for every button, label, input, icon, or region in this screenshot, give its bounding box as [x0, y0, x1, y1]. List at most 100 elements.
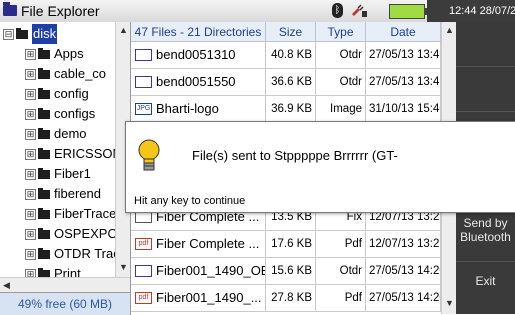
cell-size: 15.6 KB — [266, 258, 316, 284]
cell-date: 31/10/13 15:40 — [366, 96, 441, 122]
table-row[interactable]: pdf Fiber001_1490_... 27.8 KB Pdf 27/05/13 1… — [131, 285, 456, 312]
tree-item-label: ERICSSON — [54, 146, 122, 161]
tree-item-label: Fiber1 — [54, 166, 91, 181]
cell-size: 40.8 KB — [266, 42, 316, 68]
expand-icon[interactable]: ⊞ — [25, 249, 36, 260]
pdf-file-icon: pdf — [135, 292, 152, 304]
cell-name: Fiber001_1490_OE — [131, 258, 266, 284]
folder-icon — [3, 2, 17, 16]
dialog-hint: Hit any key to continue — [134, 195, 246, 207]
cell-type: Pdf — [316, 285, 366, 311]
app-title: File Explorer — [21, 3, 100, 19]
tree-item-label: config — [54, 86, 89, 101]
cell-size: 36.9 KB — [266, 96, 316, 122]
folder-icon — [38, 228, 50, 239]
scroll-down-icon[interactable]: ▼ — [445, 298, 454, 308]
notification-dialog[interactable]: File(s) sent to Stpppppe Brrrrrr (GT- Hi… — [125, 121, 515, 213]
cell-size: 36.6 KB — [266, 69, 316, 95]
free-space-status: 49% free (60 MB) — [0, 292, 131, 315]
otdr-trace-icon — [135, 265, 152, 277]
tree-item-label: disk — [32, 24, 58, 44]
table-row[interactable]: Fiber001_1490_OE 15.6 KB Otdr 27/05/13 14:2… — [131, 258, 456, 285]
scroll-left-icon[interactable]: ◀ — [3, 280, 10, 291]
column-header-type[interactable]: Type — [316, 22, 366, 42]
dialog-message: File(s) sent to Stpppppe Brrrrrr (GT- — [192, 148, 398, 163]
bluetooth-icon: ᛒ — [332, 3, 343, 18]
expand-icon[interactable]: ⊞ — [25, 209, 36, 220]
expand-icon[interactable]: ⊞ — [25, 129, 36, 140]
table-row[interactable]: bend0051310 40.8 KB Otdr 27/05/13 13:42 — [131, 42, 456, 69]
otdr-trace-icon — [135, 76, 152, 88]
directory-tree[interactable]: ⊟ disk ⊞ Apps ⊞ cable_co ⊞ config ⊞ configs ⊞ demo ⊞… — [0, 22, 131, 292]
usb-plug-icon — [352, 4, 367, 17]
cell-name: JPG Bharti-logo — [131, 96, 266, 122]
cell-type: Otdr — [316, 42, 366, 68]
lightbulb-icon — [138, 139, 160, 171]
cell-type: Pdf — [316, 231, 366, 257]
jpg-file-icon: JPG — [135, 103, 152, 115]
cell-date: 27/05/13 14:20 — [366, 258, 441, 284]
scroll-down-icon[interactable]: ▼ — [119, 262, 128, 272]
softkey-1[interactable] — [456, 22, 515, 67]
expand-icon[interactable]: ⊞ — [25, 69, 36, 80]
folder-icon — [38, 248, 50, 259]
cell-date: 12/07/13 13:27 — [366, 231, 441, 257]
cell-date: 27/05/13 13:42 — [366, 42, 441, 68]
scroll-up-icon[interactable]: ▲ — [445, 25, 454, 35]
scroll-up-icon[interactable]: ▲ — [119, 25, 128, 35]
tree-item-label: configs — [54, 106, 96, 121]
column-header-name[interactable]: 47 Files - 21 Directories — [131, 22, 266, 42]
exit-button[interactable]: Exit — [456, 262, 515, 314]
cell-name: bend0051550 — [131, 69, 266, 95]
status-area: ᛒ 12:44 28/07/2016 — [325, 0, 515, 22]
disk-icon — [16, 28, 28, 39]
clock: 12:44 28/07/2016 — [427, 0, 515, 22]
collapse-icon[interactable]: ⊟ — [3, 29, 14, 40]
expand-icon[interactable]: ⊞ — [25, 49, 36, 60]
folder-icon — [38, 108, 50, 119]
folder-icon — [38, 148, 50, 159]
tree-item-label: cable_co — [54, 66, 107, 81]
cell-date: 27/05/13 13:42 — [366, 69, 441, 95]
cell-date: 27/05/13 14:20 — [366, 285, 441, 311]
table-row[interactable]: pdf Fiber Complete ... 17.6 KB Pdf 12/07/13 … — [131, 231, 456, 258]
tree-item-label: OSPEXPO — [54, 226, 118, 241]
table-row[interactable]: JPG Bharti-logo 36.9 KB Image 31/10/13 15:40 — [131, 96, 456, 123]
expand-icon[interactable]: ⊞ — [25, 109, 36, 120]
cell-name: pdf Fiber Complete ... — [131, 231, 266, 257]
cell-size: 27.8 KB — [266, 285, 316, 311]
file-name: bend0051310 — [156, 47, 236, 62]
otdr-trace-icon — [135, 49, 152, 61]
folder-icon — [38, 48, 50, 59]
folder-icon — [38, 208, 50, 219]
expand-icon[interactable]: ⊞ — [25, 149, 36, 160]
expand-icon[interactable]: ⊞ — [25, 189, 36, 200]
tree-item-label: fiberend — [54, 186, 101, 201]
pdf-file-icon: pdf — [135, 238, 152, 250]
expand-icon[interactable]: ⊞ — [25, 229, 36, 240]
folder-icon — [38, 188, 50, 199]
cell-size: 17.6 KB — [266, 231, 316, 257]
battery-icon — [389, 4, 428, 19]
softkey-2[interactable] — [456, 67, 515, 112]
folder-icon — [38, 68, 50, 79]
cell-type: Otdr — [316, 258, 366, 284]
file-name: Bharti-logo — [156, 101, 219, 116]
title-bar: File Explorer ᛒ 12:44 28/07/2016 — [0, 0, 515, 23]
folder-icon — [38, 88, 50, 99]
cell-type: Image — [316, 96, 366, 122]
cell-name: bend0051310 — [131, 42, 266, 68]
column-header-date[interactable]: Date — [366, 22, 441, 42]
table-row[interactable]: bend0051550 36.6 KB Otdr 27/05/13 13:42 — [131, 69, 456, 96]
file-name: Fiber001_1490_... — [156, 290, 262, 305]
file-name: Fiber Complete ... — [156, 236, 260, 251]
tree-item-label: Apps — [54, 46, 84, 61]
folder-icon — [38, 128, 50, 139]
tree-horizontal-scrollbar[interactable]: ◀ — [0, 277, 130, 293]
expand-icon[interactable]: ⊞ — [25, 169, 36, 180]
column-header-size[interactable]: Size — [266, 22, 316, 42]
expand-icon[interactable]: ⊞ — [25, 89, 36, 100]
cell-name: pdf Fiber001_1490_... — [131, 285, 266, 311]
folder-icon — [38, 168, 50, 179]
file-name: bend0051550 — [156, 74, 236, 89]
